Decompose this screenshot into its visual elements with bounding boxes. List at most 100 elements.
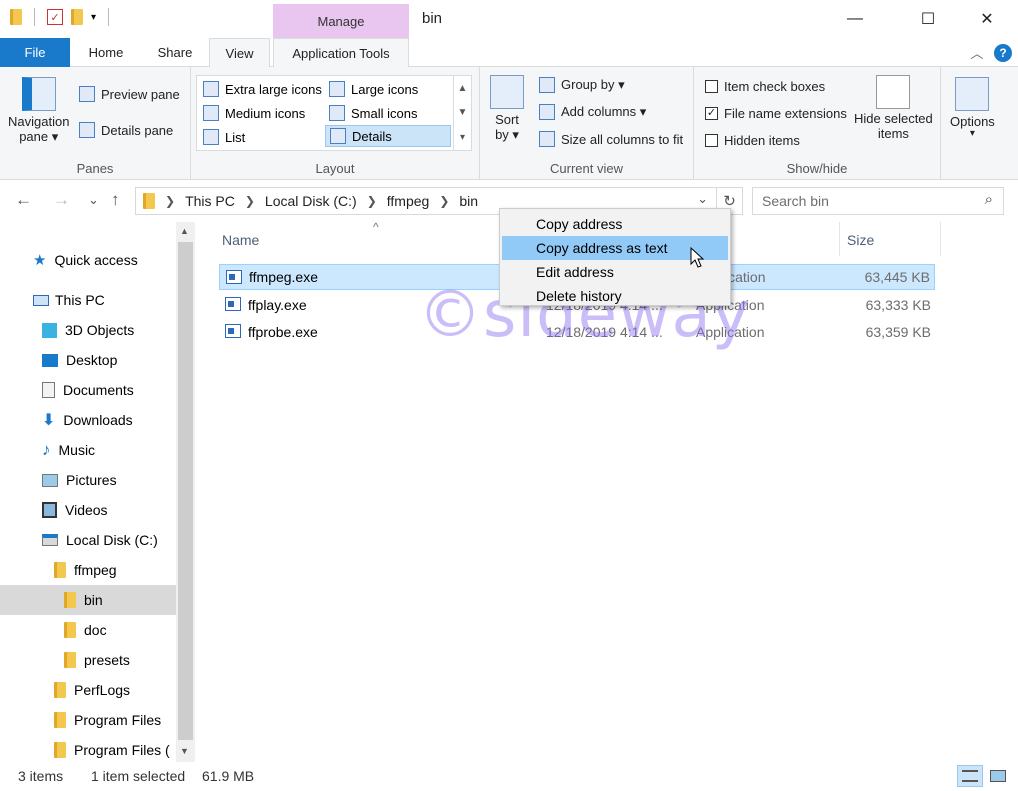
scroll-down-icon[interactable]: ▼ <box>180 746 189 756</box>
large-icons-view-button[interactable] <box>985 765 1011 787</box>
nav-pictures[interactable]: Pictures <box>42 465 117 495</box>
tab-application-tools[interactable]: Application Tools <box>273 38 409 67</box>
nav-this-pc[interactable]: This PC <box>33 285 105 315</box>
address-dropdown-button[interactable]: ⌄ <box>697 191 708 207</box>
nav-desktop[interactable]: Desktop <box>42 345 117 375</box>
current-view-group: Sort by ▾ Group by ▾ Add columns ▾ Size … <box>480 67 694 180</box>
sort-by-button[interactable]: Sort by ▾ <box>490 75 524 143</box>
item-check-boxes-checkbox[interactable] <box>705 80 718 93</box>
hidden-items-checkbox[interactable] <box>705 134 718 147</box>
chevron-down-icon[interactable]: ▼ <box>458 107 468 118</box>
divider <box>940 222 941 256</box>
small-icons-label: Small icons <box>351 105 418 121</box>
hidden-items-toggle[interactable]: Hidden items <box>705 133 800 148</box>
nav-ffmpeg[interactable]: ffmpeg <box>54 555 117 585</box>
layout-extra-large-icons[interactable]: Extra large icons <box>199 78 326 100</box>
recent-locations-button[interactable]: ⌄ <box>88 192 99 208</box>
table-row[interactable]: ffprobe.exe 12/18/2019 4:14 ... Applicat… <box>219 319 935 345</box>
tab-view[interactable]: View <box>209 38 270 68</box>
maximize-button[interactable]: ☐ <box>905 0 951 38</box>
breadcrumb-ffmpeg[interactable]: ffmpeg <box>387 193 430 209</box>
nav-bin[interactable]: bin <box>0 585 176 615</box>
layout-large-icons[interactable]: Large icons <box>325 78 422 100</box>
breadcrumb-this-pc[interactable]: This PC <box>185 193 235 209</box>
close-button[interactable]: ✕ <box>964 0 1010 38</box>
chevron-right-icon[interactable]: ❯ <box>165 194 175 208</box>
nav-music[interactable]: ♪ Music <box>42 435 95 465</box>
manage-context-tab[interactable]: Manage <box>273 4 409 38</box>
layout-group-label: Layout <box>315 161 355 176</box>
layout-details[interactable]: Details <box>325 125 451 147</box>
group-by-button[interactable]: Group by ▾ <box>539 77 625 93</box>
details-pane-button[interactable]: Details pane <box>79 122 173 138</box>
preview-pane-button[interactable]: Preview pane <box>79 86 180 102</box>
menu-item-copy-address[interactable]: Copy address <box>502 212 728 236</box>
nav-presets[interactable]: presets <box>64 645 130 675</box>
nav-quick-access[interactable]: ★ Quick access <box>33 245 138 275</box>
chevron-right-icon[interactable]: ❯ <box>245 194 255 208</box>
scroll-up-icon[interactable]: ▲ <box>180 226 189 236</box>
group-by-icon <box>539 77 555 93</box>
chevron-right-icon[interactable]: ❯ <box>439 194 449 208</box>
file-name-extensions-checkbox[interactable]: ✓ <box>705 107 718 120</box>
collapse-ribbon-icon[interactable]: ︿ <box>965 38 989 67</box>
details-view-button[interactable] <box>957 765 983 787</box>
back-button[interactable]: ← <box>15 190 32 210</box>
menu-item-delete-history[interactable]: Delete history <box>502 284 728 308</box>
layout-medium-icons[interactable]: Medium icons <box>199 102 309 124</box>
nav-music-label: Music <box>58 442 96 458</box>
nav-videos[interactable]: Videos <box>42 495 108 525</box>
exe-icon <box>226 270 242 287</box>
customize-qat-icon[interactable]: ▾ <box>91 12 96 23</box>
column-header-size[interactable]: Size <box>847 232 874 248</box>
nav-program-files-x86[interactable]: Program Files ( <box>54 735 176 765</box>
nav-perflogs[interactable]: PerfLogs <box>54 675 130 705</box>
nav-documents-label: Documents <box>63 382 134 398</box>
search-icon[interactable]: ⌕ <box>985 191 993 208</box>
selection-count: 1 item selected <box>91 768 186 784</box>
nav-local-disk[interactable]: Local Disk (C:) <box>42 525 158 555</box>
item-check-boxes-toggle[interactable]: Item check boxes <box>705 79 825 94</box>
scrollbar-thumb[interactable] <box>178 242 193 740</box>
nav-program-files[interactable]: Program Files <box>54 705 161 735</box>
breadcrumb-bin[interactable]: bin <box>459 193 478 209</box>
tab-file[interactable]: File <box>0 38 70 67</box>
navigation-pane-button[interactable]: Navigation pane ▾ <box>8 77 69 145</box>
chevron-right-icon[interactable]: ❯ <box>367 194 377 208</box>
help-button[interactable]: ? <box>992 38 1014 67</box>
tab-home[interactable]: Home <box>74 38 138 67</box>
search-input[interactable]: Search bin ⌕ <box>752 187 1004 215</box>
nav-this-pc-label: This PC <box>55 292 105 308</box>
layout-small-icons[interactable]: Small icons <box>325 102 421 124</box>
more-icon[interactable]: ▾ <box>460 132 465 143</box>
up-button[interactable]: ↑ <box>111 190 120 210</box>
divider <box>108 8 110 26</box>
options-button[interactable]: Options ▾ <box>950 77 995 139</box>
column-header-name[interactable]: Name <box>222 232 259 248</box>
new-folder-icon[interactable] <box>71 9 83 25</box>
file-name-extensions-toggle[interactable]: ✓ File name extensions <box>705 106 847 121</box>
nav-3d-objects[interactable]: 3D Objects <box>42 315 134 345</box>
nav-doc[interactable]: doc <box>64 615 107 645</box>
chevron-up-icon[interactable]: ▲ <box>458 83 468 94</box>
nav-scrollbar[interactable]: ▲ ▼ <box>176 222 195 762</box>
properties-icon[interactable]: ✓ <box>47 9 63 25</box>
tab-share[interactable]: Share <box>144 38 206 67</box>
add-columns-button[interactable]: Add columns ▾ <box>539 104 646 120</box>
large-icons-label: Large icons <box>351 81 419 97</box>
forward-button[interactable]: → <box>53 190 70 210</box>
nav-downloads[interactable]: ⬇ Downloads <box>42 405 133 435</box>
layout-list[interactable]: List <box>199 126 249 148</box>
mouse-cursor-icon <box>690 247 704 268</box>
breadcrumb-local-disk[interactable]: Local Disk (C:) <box>265 193 357 209</box>
nav-pictures-label: Pictures <box>66 472 117 488</box>
nav-bin-label: bin <box>84 592 103 608</box>
layout-gallery-scroll[interactable]: ▲ ▼ ▾ <box>453 76 471 150</box>
nav-documents[interactable]: Documents <box>42 375 134 405</box>
size-all-columns-button[interactable]: Size all columns to fit <box>539 131 683 147</box>
film-icon <box>42 502 57 518</box>
large-icons-icon <box>329 81 345 97</box>
file-size: 63,445 KB <box>864 269 930 285</box>
hide-selected-items-button[interactable]: Hide selected items <box>854 75 933 141</box>
minimize-button[interactable]: — <box>832 0 878 38</box>
